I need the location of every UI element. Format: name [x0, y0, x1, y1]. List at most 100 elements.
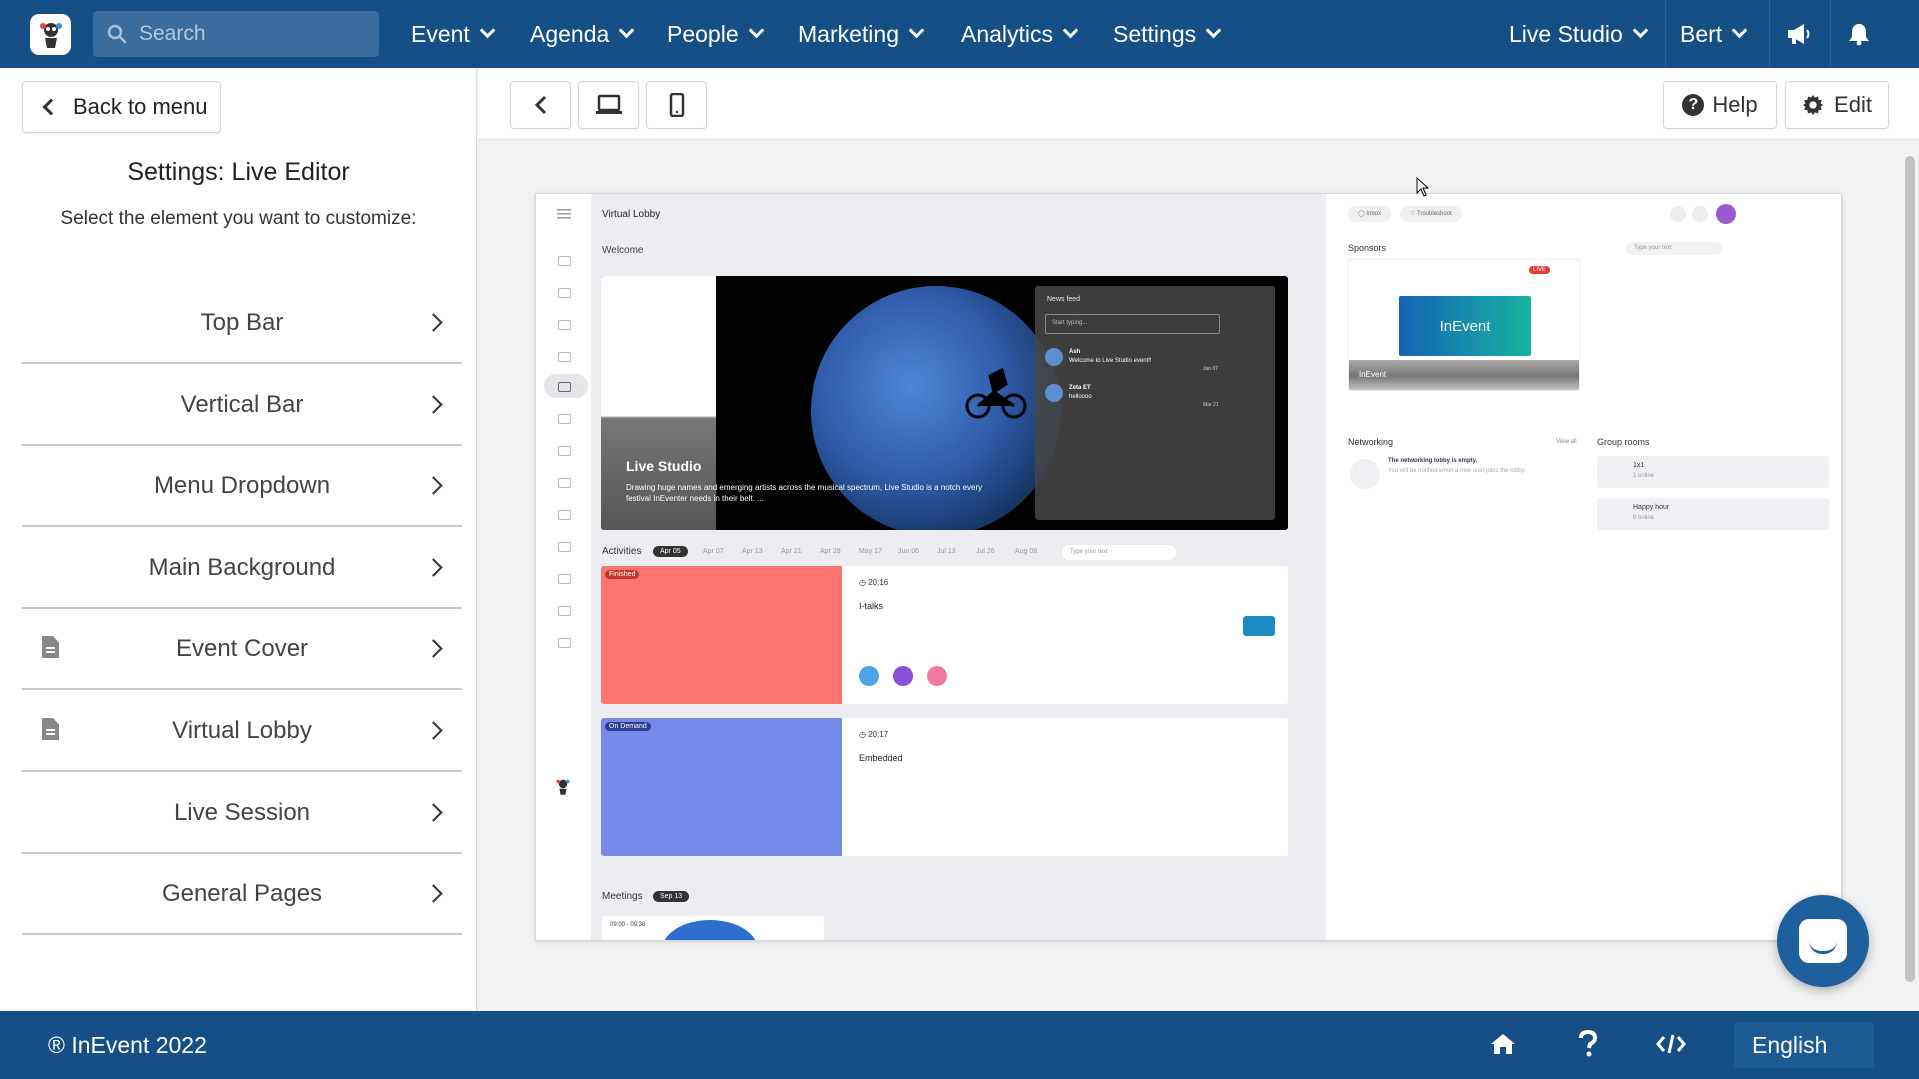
speaker-avatar	[893, 666, 913, 686]
activity-card[interactable]: Finished ◷ 20:16 I-talks	[601, 566, 1288, 704]
nav-event[interactable]: Event	[411, 0, 496, 68]
menu-item-menu-dropdown[interactable]: Menu Dropdown	[22, 447, 462, 527]
date-chip[interactable]: May 17	[859, 548, 882, 555]
inbox-button[interactable]: ◯ Inbox	[1348, 206, 1392, 222]
nav-people[interactable]: People	[667, 0, 764, 68]
settings-icon[interactable]	[1692, 206, 1708, 222]
code-icon[interactable]	[1656, 1033, 1686, 1055]
preview-right-column: ◯ Inbox ♡ Troubleshoot Sponsors Type you…	[1326, 194, 1841, 940]
date-chip[interactable]: Jul 26	[976, 548, 995, 555]
networking-empty-hint: You will be notified when a new user joi…	[1388, 468, 1526, 474]
support-chat-button[interactable]	[1777, 895, 1869, 987]
meeting-card[interactable]: 09:00 - 09:30	[602, 916, 824, 940]
id-card-icon[interactable]	[558, 288, 571, 298]
date-chip[interactable]: Apr 13	[742, 548, 763, 555]
nav-marketing[interactable]: Marketing	[798, 0, 925, 68]
calendar-icon[interactable]	[558, 256, 571, 266]
nav-live-studio[interactable]: Live Studio	[1509, 0, 1649, 68]
date-chip[interactable]: Apr 07	[703, 548, 724, 555]
sponsor-logo: InEvent	[1399, 296, 1531, 356]
hamburger-icon[interactable]	[557, 208, 571, 220]
search-box[interactable]	[93, 11, 379, 57]
view-all-link[interactable]: View all	[1556, 439, 1577, 445]
menu-item-vertical-bar[interactable]: Vertical Bar	[22, 366, 462, 446]
link-icon[interactable]	[558, 606, 571, 616]
announcements-button[interactable]	[1786, 0, 1812, 68]
back-label: Back to menu	[73, 94, 208, 119]
activity-card[interactable]: On Demand ◷ 20:17 Embedded	[601, 718, 1288, 856]
date-chip[interactable]: Apr 28	[820, 548, 841, 555]
people-icon[interactable]	[558, 478, 571, 488]
nav-user-menu[interactable]: Bert	[1680, 0, 1748, 68]
nav-agenda[interactable]: Agenda	[530, 0, 635, 68]
monitor-icon[interactable]	[558, 382, 571, 392]
menu-item-label: Virtual Lobby	[172, 717, 312, 744]
ticket-icon[interactable]	[558, 320, 571, 330]
language-selector[interactable]: English	[1734, 1022, 1874, 1068]
speaker-avatar	[859, 666, 879, 686]
nav-divider	[1769, 0, 1770, 68]
activity-title: Embedded	[859, 753, 903, 763]
troubleshoot-button[interactable]: ♡ Troubleshoot	[1400, 206, 1462, 222]
notifications-button[interactable]	[1848, 0, 1870, 68]
activities-search-input[interactable]: Type your text	[1062, 545, 1176, 560]
mobile-view-button[interactable]	[646, 81, 707, 129]
preview-scrollbar[interactable]	[1903, 142, 1917, 1009]
menu-item-event-cover[interactable]: Event Cover	[22, 610, 462, 690]
hero-banner[interactable]: News feed Start typing... Ash Welcome to…	[601, 276, 1288, 530]
edit-button[interactable]: Edit	[1785, 81, 1889, 129]
date-chip[interactable]: Apr 21	[781, 548, 802, 555]
back-to-menu-button[interactable]: Back to menu	[22, 81, 221, 133]
message-text: Welcome to Live Studio event!!	[1069, 358, 1152, 364]
date-chip-active[interactable]: Apr 05	[653, 546, 688, 557]
date-chip[interactable]: Aug 08	[1015, 548, 1037, 555]
sponsors-search-input[interactable]: Type your text	[1626, 242, 1722, 255]
link-icon[interactable]	[558, 638, 571, 648]
menu-item-label: Menu Dropdown	[153, 472, 331, 499]
back-button[interactable]	[510, 81, 571, 129]
sponsor-card[interactable]: LIVE InEvent InEvent	[1348, 259, 1580, 391]
nav-settings[interactable]: Settings	[1113, 0, 1222, 68]
date-chip[interactable]: Jun 06	[898, 548, 919, 555]
nav-analytics[interactable]: Analytics	[961, 0, 1079, 68]
bell-icon[interactable]	[1670, 206, 1686, 222]
menu-item-general-pages[interactable]: General Pages	[22, 855, 462, 935]
chevron-right-icon	[424, 476, 443, 495]
chevron-down-icon	[619, 22, 635, 39]
networking-empty-title: The networking lobby is empty.	[1388, 458, 1478, 464]
search-input[interactable]	[139, 22, 359, 46]
group-room-item[interactable]: Happy hour 0 online	[1597, 498, 1829, 530]
avatar[interactable]	[1716, 204, 1736, 224]
meetings-date-chip[interactable]: Sep 13	[653, 891, 690, 902]
panel-title: Settings: Live Editor	[127, 158, 350, 186]
menu-item-virtual-lobby[interactable]: Virtual Lobby	[22, 692, 462, 772]
chat-bubbles-icon[interactable]	[558, 574, 571, 584]
news-feed-title: News feed	[1047, 296, 1081, 303]
editor-toolbar: ? Help Edit	[478, 68, 1919, 140]
schedule-icon[interactable]	[558, 414, 571, 424]
scrollbar-thumb[interactable]	[1905, 156, 1915, 982]
menu-item-main-background[interactable]: Main Background	[22, 529, 462, 609]
menu-item-live-session[interactable]: Live Session	[22, 774, 462, 854]
group-room-item[interactable]: 1x1 1 online	[1597, 456, 1829, 488]
gear-icon	[1802, 94, 1824, 116]
nav-divider	[1830, 0, 1831, 68]
handshake-icon[interactable]	[558, 446, 571, 456]
inevent-logo[interactable]	[30, 14, 71, 55]
desktop-view-button[interactable]	[578, 81, 639, 129]
chevron-left-icon	[534, 95, 546, 115]
status-badge: Finished	[605, 570, 640, 579]
news-feed-panel[interactable]: News feed Start typing... Ash Welcome to…	[1035, 286, 1275, 520]
home-icon[interactable]	[1490, 1032, 1516, 1056]
nav-settings-label: Settings	[1113, 20, 1197, 47]
networking-heading: Networking	[1348, 437, 1394, 447]
date-chip[interactable]: Jul 13	[937, 548, 956, 555]
menu-item-top-bar[interactable]: Top Bar	[22, 284, 462, 364]
table-icon[interactable]	[558, 352, 571, 362]
virtual-lobby-preview: Virtual Lobby Welcome News feed Start ty…	[535, 193, 1842, 941]
help-button[interactable]: ? Help	[1663, 81, 1777, 129]
question-icon[interactable]	[1578, 1030, 1598, 1058]
news-feed-input[interactable]: Start typing...	[1045, 314, 1220, 334]
building-icon[interactable]	[558, 510, 571, 520]
group-icon[interactable]	[558, 542, 571, 552]
